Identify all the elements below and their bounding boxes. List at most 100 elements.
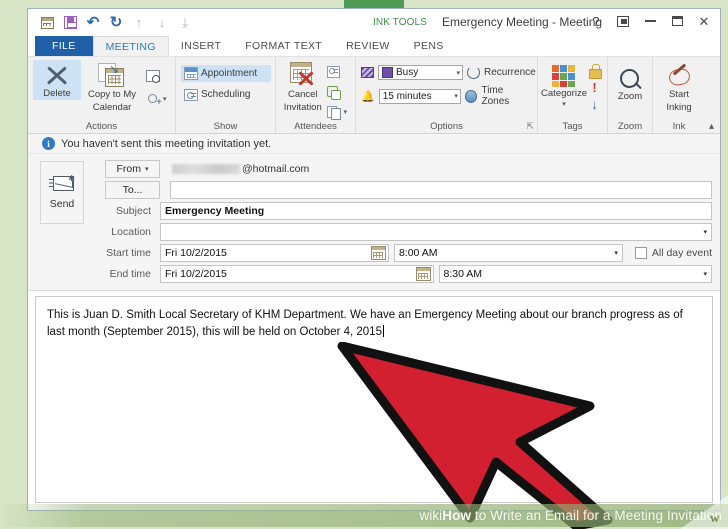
scheduling-label: Scheduling <box>201 89 251 100</box>
calendar-picker-icon[interactable] <box>370 246 386 260</box>
options-dialog-launcher[interactable]: ⇱ <box>526 121 534 132</box>
tab-insert[interactable]: INSERT <box>169 36 233 56</box>
chevron-down-icon[interactable]: ▾ <box>614 249 618 257</box>
time-zones-icon <box>464 89 478 103</box>
end-time-input[interactable]: 8:30 AM ▾ <box>438 265 712 283</box>
chevron-down-icon[interactable]: ▾ <box>703 228 707 236</box>
cancel-invitation-button[interactable]: Cancel Invitation <box>281 60 324 113</box>
chevron-down-icon: ▾ <box>456 69 460 77</box>
check-names-icon <box>327 85 342 100</box>
show-as-combobox[interactable]: Busy ▾ <box>378 65 463 80</box>
previous-item-icon[interactable]: ↑ <box>129 13 149 32</box>
to-button[interactable]: To... <box>105 181 160 199</box>
response-options-button[interactable]: ▾ <box>324 103 350 120</box>
customize-qat-icon[interactable]: ⤓ <box>175 13 195 32</box>
ribbon-tab-row: FILE MEETING INSERT FORMAT TEXT REVIEW P… <box>28 36 720 56</box>
start-time-input[interactable]: 8:00 AM ▾ <box>393 244 623 262</box>
send-label: Send <box>49 197 75 210</box>
categorize-button[interactable]: Categorize ▾ <box>541 62 587 108</box>
to-input[interactable] <box>170 181 712 199</box>
start-inking-button[interactable]: Start Inking <box>658 63 700 113</box>
tab-pens[interactable]: PENS <box>402 36 456 56</box>
info-bar-message: You haven't sent this meeting invitation… <box>61 137 272 150</box>
message-body-area[interactable]: This is Juan D. Smith Local Secretary of… <box>35 296 713 503</box>
maximize-button[interactable] <box>669 12 685 30</box>
outlook-meeting-window: ↶ ↻ ↑ ↓ ⤓ INK TOOLS Emergency Meeting - … <box>27 8 721 511</box>
check-names-button[interactable] <box>324 83 350 100</box>
all-day-event-checkbox-wrap[interactable]: All day event <box>634 247 712 259</box>
location-input[interactable]: ▾ <box>160 223 712 241</box>
to-row: To... <box>90 181 712 199</box>
calendar-picker-icon[interactable] <box>415 267 431 281</box>
ribbon-group-ink: Start Inking Ink <box>653 57 705 133</box>
ribbon-group-options-label: Options <box>430 121 463 132</box>
redo-icon[interactable]: ↻ <box>106 13 126 32</box>
zoom-label: Zoom <box>617 91 643 102</box>
end-date-input[interactable]: Fri 10/2/2015 <box>160 265 434 283</box>
reminder-combobox[interactable]: 15 minutes ▾ <box>378 88 461 104</box>
help-button[interactable]: ? <box>588 12 604 30</box>
close-button[interactable]: ✕ <box>696 12 712 30</box>
calendar-icon[interactable] <box>37 13 57 32</box>
ribbon: Delete ↘ Copy to My Calendar ▾ Actions <box>28 56 720 133</box>
tab-format-text[interactable]: FORMAT TEXT <box>233 36 334 56</box>
find-related-button[interactable] <box>143 67 170 84</box>
pen-icon <box>667 66 691 88</box>
watermark: wikiHow to Write an Email for a Meeting … <box>0 503 728 527</box>
reminder-value: 15 minutes <box>382 90 432 102</box>
cancel-invitation-icon <box>288 62 318 88</box>
redacted-email-user <box>172 164 240 174</box>
title-bar: ↶ ↻ ↑ ↓ ⤓ INK TOOLS Emergency Meeting - … <box>28 9 720 36</box>
watermark-brand-prefix: wiki <box>419 507 443 523</box>
categorize-icon <box>552 65 576 87</box>
screenshot-root: ↶ ↻ ↑ ↓ ⤓ INK TOOLS Emergency Meeting - … <box>0 0 728 529</box>
ribbon-group-tags: Categorize ▾ ! ↓ Tags <box>538 57 608 133</box>
start-date-input[interactable]: Fri 10/2/2015 <box>160 244 389 262</box>
cancel-invitation-label-2: Invitation <box>283 101 322 113</box>
window-title: Emergency Meeting - Meeting <box>442 15 603 29</box>
chevron-down-icon[interactable]: ▾ <box>703 270 707 278</box>
private-lock-icon[interactable] <box>589 64 602 79</box>
from-value: @hotmail.com <box>160 163 309 175</box>
subject-input[interactable]: Emergency Meeting <box>160 202 712 220</box>
undo-icon[interactable]: ↶ <box>83 13 103 32</box>
minimize-button[interactable] <box>642 12 658 30</box>
from-button[interactable]: From ▾ <box>105 160 160 178</box>
location-label: Location <box>111 226 151 238</box>
collapse-ribbon-icon[interactable]: ▴ <box>709 121 714 132</box>
zoom-button[interactable]: Zoom <box>613 65 647 103</box>
low-importance-icon[interactable]: ↓ <box>589 98 600 111</box>
start-time-label: Start time <box>106 247 151 259</box>
save-icon[interactable] <box>60 13 80 32</box>
recurrence-icon <box>467 66 480 79</box>
appointment-button[interactable]: Appointment <box>181 65 271 82</box>
start-time-row: Start time Fri 10/2/2015 8:00 AM ▾ All d… <box>90 244 712 262</box>
other-actions-button[interactable]: ▾ <box>143 90 170 108</box>
next-item-icon[interactable]: ↓ <box>152 13 172 32</box>
address-book-button[interactable] <box>324 63 350 80</box>
end-time-label: End time <box>109 268 151 280</box>
message-body-text[interactable]: This is Juan D. Smith Local Secretary of… <box>36 297 712 341</box>
copy-to-my-calendar-button[interactable]: ↘ Copy to My Calendar <box>81 60 143 113</box>
subject-label: Subject <box>115 205 151 217</box>
ribbon-group-attendees-label: Attendees <box>294 121 337 132</box>
time-zones-label[interactable]: Time Zones <box>481 85 532 107</box>
ribbon-display-options-button[interactable] <box>615 12 631 30</box>
ribbon-group-attendees: Cancel Invitation ▾ Attendees <box>276 57 356 133</box>
delete-icon <box>44 63 70 87</box>
tab-review[interactable]: REVIEW <box>334 36 402 56</box>
tab-meeting[interactable]: MEETING <box>92 36 169 56</box>
high-importance-icon[interactable]: ! <box>590 81 599 94</box>
end-time-value: 8:30 AM <box>443 268 483 280</box>
location-row: Location ▾ <box>90 223 712 241</box>
recurrence-label[interactable]: Recurrence <box>484 67 536 78</box>
find-related-icon <box>146 69 160 83</box>
tab-file[interactable]: FILE <box>35 36 93 56</box>
scheduling-button[interactable]: Scheduling <box>181 86 271 103</box>
delete-button[interactable]: Delete <box>33 60 81 100</box>
from-domain: @hotmail.com <box>242 163 310 175</box>
watermark-corner-fold: w <box>680 495 728 529</box>
all-day-event-checkbox[interactable] <box>634 247 647 259</box>
send-button[interactable]: ✱ Send <box>40 161 84 224</box>
ribbon-group-zoom: Zoom Zoom <box>608 57 653 133</box>
